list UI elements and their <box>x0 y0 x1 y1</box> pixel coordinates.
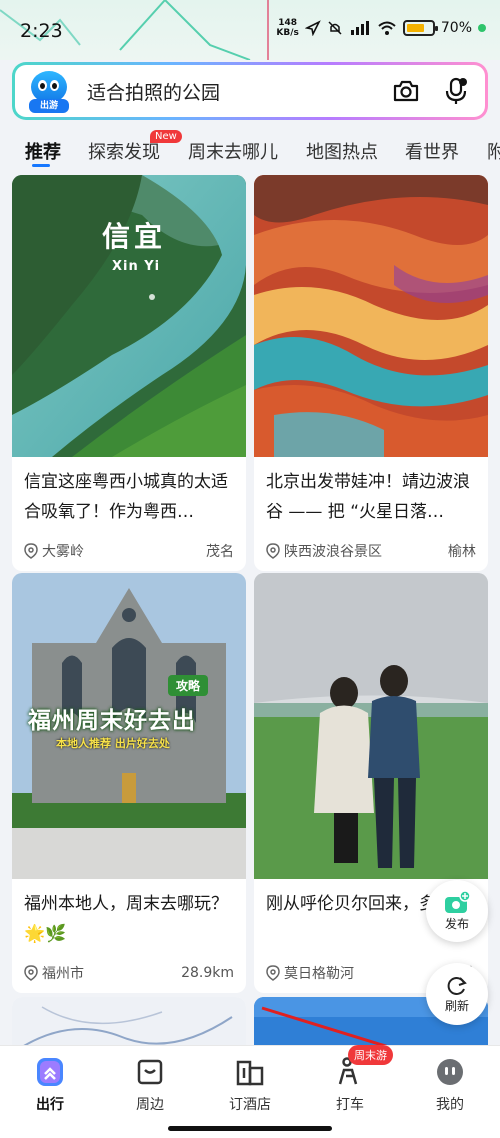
nav-label: 出行 <box>36 1097 64 1113</box>
nav-label: 周边 <box>136 1097 164 1113</box>
travel-icon <box>37 1058 63 1086</box>
weekend-badge: 周末游 <box>348 1045 393 1065</box>
nav-hotel[interactable]: 订酒店 <box>220 1056 280 1114</box>
nav-label: 订酒店 <box>229 1097 271 1113</box>
profile-icon <box>437 1059 463 1085</box>
bottom-nav: 出行 周边 订酒店 打车 我的 <box>0 1045 500 1138</box>
annotation-arrow <box>261 1006 430 1064</box>
nearby-icon <box>137 1059 163 1085</box>
nav-label: 我的 <box>436 1097 464 1113</box>
nav-label: 打车 <box>336 1097 364 1113</box>
nav-travel[interactable]: 出行 <box>20 1056 80 1114</box>
nav-mine[interactable]: 我的 <box>420 1056 480 1114</box>
hotel-icon <box>236 1060 264 1086</box>
home-indicator[interactable] <box>168 1126 332 1131</box>
nav-nearby[interactable]: 周边 <box>120 1056 180 1114</box>
